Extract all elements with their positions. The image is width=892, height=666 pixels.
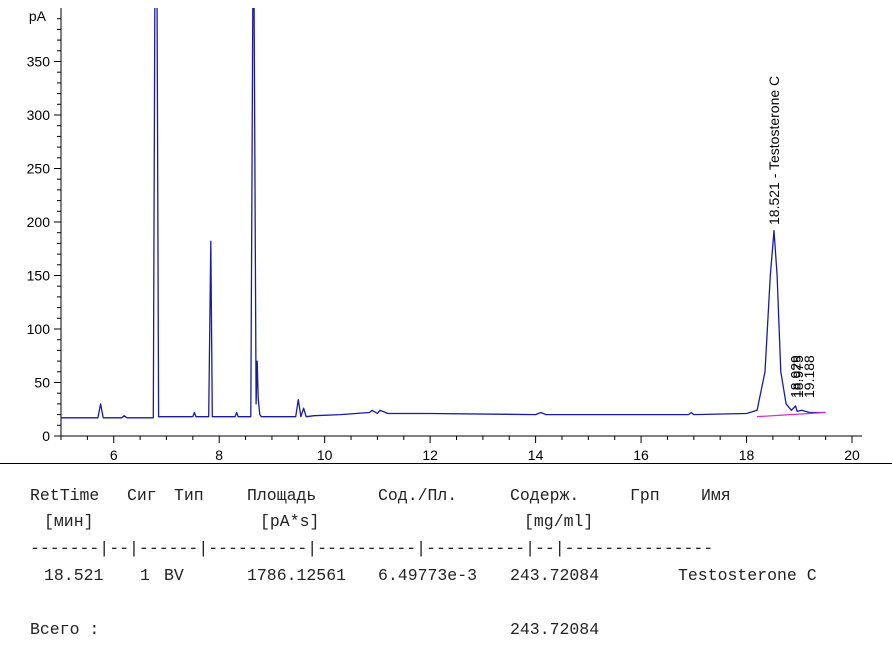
unit-area: [pA*s] <box>260 512 320 531</box>
row-area: 1786.12561 <box>247 566 347 585</box>
row-amount-per-area: 6.49773e-3 <box>378 566 478 585</box>
row-rettime: 18.521 <box>44 566 104 585</box>
total-label: Всего : <box>30 620 100 639</box>
header-amount: Содерж. <box>510 486 580 505</box>
row-name: Testosterone C <box>678 566 817 585</box>
header-area: Площадь <box>247 486 317 505</box>
unit-amount: [mg/ml] <box>524 512 594 531</box>
row-signal: 1 <box>140 566 150 585</box>
row-amount: 243.72084 <box>510 566 600 585</box>
header-type: Тип <box>174 486 204 505</box>
header-group: Грп <box>630 486 660 505</box>
header-rettime: RetTime <box>30 486 100 505</box>
table-separator: -------|--|------|----------|----------|… <box>30 539 714 558</box>
row-type: BV <box>164 566 184 585</box>
total-value: 243.72084 <box>510 620 600 639</box>
header-signal: Сиг <box>127 486 157 505</box>
unit-rettime: [мин] <box>44 512 94 531</box>
integration-report: RetTime Сиг Тип Площадь Сод./Пл. Содерж.… <box>0 0 892 666</box>
header-name: Имя <box>701 486 731 505</box>
header-amount-per-area: Сод./Пл. <box>378 486 458 505</box>
